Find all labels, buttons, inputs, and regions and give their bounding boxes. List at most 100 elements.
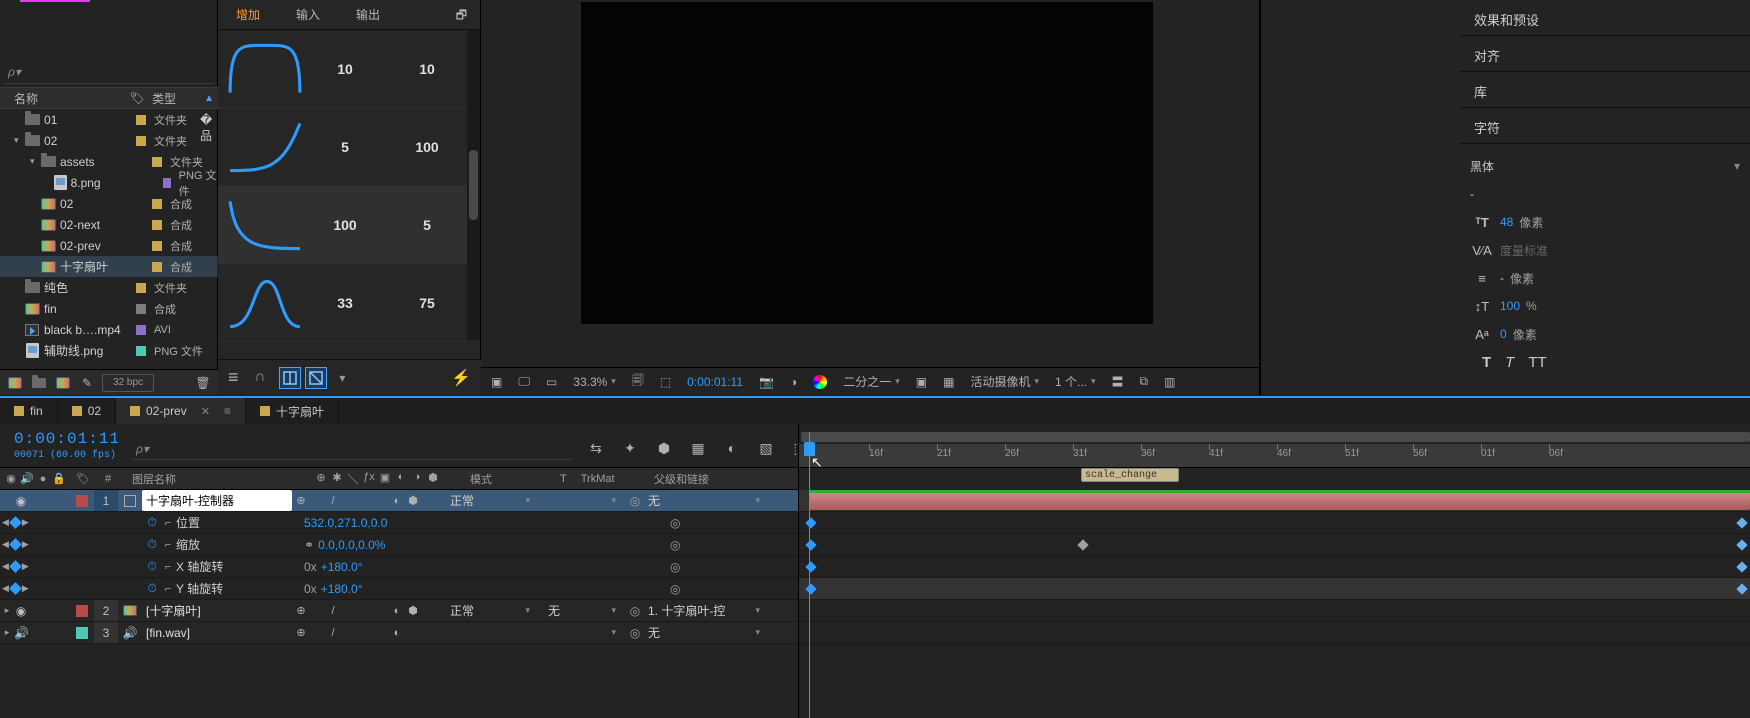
property-pickwhip[interactable]: ◎: [670, 560, 688, 574]
ease-tab-in[interactable]: 输入: [278, 0, 338, 29]
ease-in-value[interactable]: 100: [304, 217, 386, 233]
keyframe[interactable]: [1736, 583, 1747, 594]
label-swatch[interactable]: [136, 325, 146, 335]
tab-menu-button[interactable]: ≡: [224, 404, 231, 418]
label-swatch[interactable]: [136, 115, 146, 125]
label-swatch[interactable]: [136, 304, 146, 314]
property-value[interactable]: 0x+180.0°: [296, 582, 566, 596]
comp-mini-flow-button[interactable]: ⇆: [586, 438, 606, 458]
playhead-head[interactable]: [804, 442, 815, 456]
italic-button[interactable]: T: [1505, 354, 1514, 371]
project-item[interactable]: 02-next合成: [0, 214, 218, 235]
ease-in-value[interactable]: 5: [304, 139, 386, 155]
toggle-alpha-button[interactable]: ▣: [487, 372, 506, 392]
apply-ease-button[interactable]: ⚡: [451, 368, 471, 388]
panel-library[interactable]: 库: [1460, 72, 1750, 108]
solo-col-icon[interactable]: ●: [36, 473, 50, 485]
next-keyframe-button[interactable]: ▶: [22, 517, 29, 528]
keyframe[interactable]: [805, 517, 816, 528]
ease-preset-row[interactable]: 1010: [218, 30, 468, 108]
expression-icon[interactable]: ⌐: [160, 561, 176, 573]
expression-icon[interactable]: ⌐: [160, 517, 176, 529]
motion-blur-button[interactable]: ◐: [722, 438, 742, 458]
baseline-value[interactable]: 0: [1500, 327, 1507, 341]
grid-button[interactable]: ▦: [939, 372, 958, 392]
timeline-search[interactable]: ρ▾: [132, 438, 572, 460]
prev-keyframe-button[interactable]: ◀: [2, 583, 9, 594]
composition-tab[interactable]: 十字扇叶: [246, 398, 339, 424]
blend-mode-dropdown[interactable]: 正常: [442, 492, 540, 509]
graph-editor-button[interactable]: ▧: [756, 438, 776, 458]
pickwhip-icon[interactable]: ◎: [626, 494, 644, 508]
stopwatch-icon[interactable]: ⏱: [144, 537, 160, 552]
lock-col-icon[interactable]: 🔒: [52, 472, 66, 485]
label-swatch[interactable]: [152, 262, 162, 272]
property-row[interactable]: ◀▶⏱⌐X 轴旋转0x+180.0°◎: [0, 556, 798, 578]
property-lane[interactable]: [799, 512, 1750, 534]
expression-icon[interactable]: ⌐: [160, 539, 176, 551]
twisty-icon[interactable]: ▾: [14, 135, 24, 146]
ease-out-value[interactable]: 75: [386, 295, 468, 311]
show-snapshot-button[interactable]: ◑: [786, 372, 801, 392]
composition-tab[interactable]: 02-prev✕≡: [116, 398, 246, 424]
layer-duration-bar[interactable]: [809, 492, 1750, 510]
mode-col[interactable]: 模式: [462, 471, 560, 487]
composition-tab[interactable]: 02: [58, 398, 116, 424]
shy-button[interactable]: ⬢: [654, 438, 674, 458]
ease-tab-link[interactable]: 🗗: [438, 0, 481, 29]
property-row[interactable]: ◀▶⏱⌐位置532.0,271.0,0.0◎: [0, 512, 798, 534]
bpc-toggle[interactable]: 32 bpc: [102, 374, 154, 392]
panel-effects-presets[interactable]: 效果和预设: [1460, 0, 1750, 36]
stopwatch-icon[interactable]: ⏱: [144, 559, 160, 574]
curve-mode-a[interactable]: [279, 367, 301, 389]
ease-in-value[interactable]: 33: [304, 295, 386, 311]
layer-twisty[interactable]: ▸: [2, 627, 12, 638]
stopwatch-icon[interactable]: ⏱: [144, 515, 160, 530]
menu-icon[interactable]: ≡: [228, 367, 239, 388]
tag-icon[interactable]: 🏷: [128, 91, 146, 105]
layer-lane[interactable]: [799, 622, 1750, 644]
project-item[interactable]: 01文件夹�品: [0, 109, 218, 130]
trkmat-col[interactable]: TTrkMat: [560, 473, 646, 485]
project-item[interactable]: fin合成: [0, 298, 218, 319]
timeline-framecount[interactable]: 00071 (60.00 fps): [14, 450, 116, 461]
ease-tab-add[interactable]: 增加: [218, 0, 278, 29]
ease-preset-row[interactable]: 5100: [218, 108, 468, 186]
property-row[interactable]: ◀▶⏱⌐Y 轴旋转0x+180.0°◎: [0, 578, 798, 600]
property-pickwhip[interactable]: ◎: [670, 538, 688, 552]
col-type[interactable]: 类型: [146, 90, 176, 107]
fast-preview-button[interactable]: 〓: [1108, 372, 1128, 392]
video-toggle[interactable]: 🔊: [14, 626, 28, 640]
interpret-footage-button[interactable]: [6, 374, 24, 392]
layer-lane[interactable]: [799, 600, 1750, 622]
ease-out-value[interactable]: 100: [386, 139, 468, 155]
label-col-icon[interactable]: 🏷: [70, 472, 96, 485]
project-item[interactable]: 纯色文件夹: [0, 277, 218, 298]
property-value[interactable]: 532.0,271.0,0.0: [296, 516, 566, 530]
stopwatch-icon[interactable]: ⏱: [144, 581, 160, 596]
viewer-timecode[interactable]: 0:00:01:11: [683, 372, 747, 392]
project-search[interactable]: ρ▾: [4, 60, 214, 84]
allcaps-button[interactable]: TT: [1528, 354, 1546, 371]
prev-keyframe-button[interactable]: ◀: [2, 517, 9, 528]
parent-dropdown[interactable]: 1. 十字扇叶-控: [644, 602, 766, 619]
keyframe[interactable]: [1077, 539, 1088, 550]
layer-name[interactable]: 十字扇叶-控制器: [142, 490, 292, 511]
project-column-header[interactable]: 名称 🏷 类型 ▲: [0, 87, 218, 109]
views-dropdown[interactable]: 1 个...: [1051, 372, 1100, 392]
scrollbar-thumb[interactable]: [469, 150, 478, 220]
time-ruler[interactable]: 16f21f26f31f36f41f46f51f56f01f06f: [799, 444, 1750, 468]
prev-keyframe-button[interactable]: ◀: [2, 539, 9, 550]
parent-col[interactable]: 父级和链接: [646, 471, 796, 487]
label-swatch[interactable]: [136, 136, 146, 146]
kerning-value[interactable]: 度量标准: [1500, 242, 1548, 259]
layer-lane[interactable]: [799, 490, 1750, 512]
bold-button[interactable]: T: [1482, 354, 1491, 371]
property-row[interactable]: ◀▶⏱⌐缩放⚭0.0,0.0,0.0%◎: [0, 534, 798, 556]
panel-character[interactable]: 字符: [1460, 108, 1750, 144]
zoom-dropdown[interactable]: 33.3%: [569, 372, 620, 392]
panel-align[interactable]: 对齐: [1460, 36, 1750, 72]
label-swatch[interactable]: [152, 220, 162, 230]
expression-icon[interactable]: ⌐: [160, 583, 176, 595]
ease-tab-out[interactable]: 输出: [338, 0, 398, 29]
